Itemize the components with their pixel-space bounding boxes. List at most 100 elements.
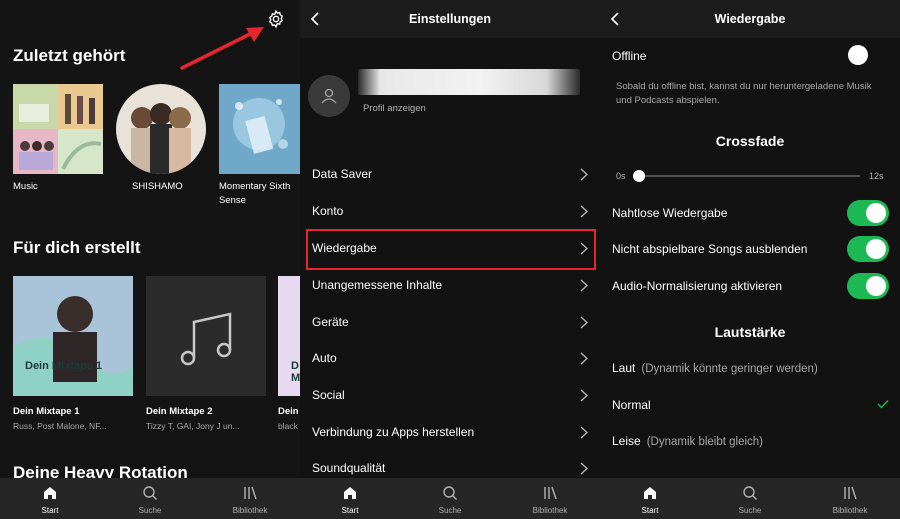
volume-option-normal[interactable]: Normal — [612, 398, 651, 412]
recent-tile-music[interactable] — [13, 84, 103, 174]
settings-header: Einstellungen — [300, 0, 600, 38]
settings-item-inhalte[interactable]: Unangemessene Inhalte — [300, 268, 600, 304]
mixtape-1-cover[interactable]: Dein Mixtape 1 — [13, 276, 133, 396]
music-cover-art — [13, 84, 103, 174]
recent-tile-momentary[interactable] — [219, 84, 300, 174]
recent-label: SHISHAMO — [132, 181, 183, 192]
volume-option-laut[interactable]: Laut (Dynamik könnte geringer werden) — [612, 361, 818, 375]
toggle-knob — [848, 45, 868, 65]
nav-search[interactable]: Suche — [700, 478, 800, 519]
crossfade-slider-track[interactable] — [638, 175, 860, 177]
settings-item-label: Data Saver — [312, 167, 373, 181]
chevron-right-icon — [580, 462, 588, 475]
settings-item-label: Geräte — [312, 315, 349, 329]
recent-label: Momentary Sixth Sense — [219, 181, 291, 206]
home-icon — [344, 487, 356, 499]
playback-screen: Wiedergabe Offline Sobald du offline bis… — [600, 0, 900, 519]
nav-library[interactable]: Bibliothek — [200, 478, 300, 519]
recent-label: Music — [13, 181, 38, 192]
playback-header: Wiedergabe — [600, 0, 900, 38]
toggle-knob — [866, 239, 886, 259]
mixtape-title: Dein Mixtape 2 — [146, 406, 213, 417]
settings-item-social[interactable]: Social — [300, 378, 600, 414]
checkmark-icon — [877, 400, 889, 409]
crossfade-min: 0s — [616, 171, 626, 181]
home-icon — [644, 487, 656, 499]
crossfade-max: 12s — [869, 171, 884, 181]
settings-item-auto[interactable]: Auto — [300, 341, 600, 377]
nav-library[interactable]: Bibliothek — [800, 478, 900, 519]
hide-unplayable-toggle[interactable] — [847, 236, 889, 262]
settings-item-konto[interactable]: Konto — [300, 194, 600, 230]
library-icon — [244, 486, 257, 500]
mixtape-3-cover[interactable]: D M — [278, 276, 300, 396]
home-icon — [44, 487, 56, 499]
volume-option-leise[interactable]: Leise (Dynamik bleibt gleich) — [612, 434, 763, 448]
nav-library[interactable]: Bibliothek — [500, 478, 600, 519]
toggle-label: Nahtlose Wiedergabe — [612, 206, 728, 220]
bottom-nav: Start Suche Bibliothek — [0, 478, 300, 519]
nav-search[interactable]: Suche — [100, 478, 200, 519]
profile-name-redacted — [358, 69, 580, 95]
nav-start[interactable]: Start — [0, 478, 100, 519]
offline-description: Sobald du offline bist, kannst du nur he… — [616, 81, 872, 106]
library-icon — [844, 486, 857, 500]
settings-item-label: Unangemessene Inhalte — [312, 278, 443, 292]
red-arrow-annotation — [180, 27, 264, 70]
nav-label: Bibliothek — [832, 506, 868, 515]
page-title: Wiedergabe — [714, 12, 786, 26]
nav-label: Suche — [738, 506, 762, 515]
library-icon — [544, 486, 557, 500]
nav-start[interactable]: Start — [600, 478, 700, 519]
nav-search[interactable]: Suche — [400, 478, 500, 519]
recent-tile-shishamo[interactable] — [116, 84, 206, 174]
offline-label: Offline — [612, 49, 647, 63]
chevron-right-icon — [580, 316, 588, 329]
chevron-right-icon — [580, 279, 588, 292]
nav-start[interactable]: Start — [300, 478, 400, 519]
home-screen: Zuletzt gehört Music SHISHAMO Momentary … — [0, 0, 300, 519]
toggle-knob — [866, 203, 886, 223]
settings-item-apps[interactable]: Verbindung zu Apps herstellen — [300, 415, 600, 451]
crossfade-slider-thumb[interactable] — [633, 170, 645, 182]
nav-label: Start — [341, 506, 359, 515]
profile-link[interactable]: Profil anzeigen — [363, 103, 426, 114]
chevron-right-icon — [580, 352, 588, 365]
nav-label: Start — [641, 506, 659, 515]
mixtape-2-cover[interactable] — [146, 276, 266, 396]
gear-icon[interactable] — [266, 9, 286, 29]
page-title: Einstellungen — [409, 12, 491, 26]
mixtape-title: Dein Mixtape 1 — [13, 406, 80, 417]
settings-item-data-saver[interactable]: Data Saver — [300, 157, 600, 193]
settings-item-label: Soundqualität — [312, 461, 386, 475]
mixtape-subtitle: Tizzy T, GAI, Jony J un... — [146, 421, 240, 431]
gapless-toggle[interactable] — [847, 200, 889, 226]
normalization-toggle[interactable] — [847, 273, 889, 299]
volume-option-hint: (Dynamik bleibt gleich) — [646, 436, 764, 448]
volume-option-label: Laut — [612, 361, 636, 375]
nav-label: Suche — [138, 506, 162, 515]
settings-item-geraete[interactable]: Geräte — [300, 305, 600, 341]
user-icon — [321, 88, 337, 104]
highlight-box — [306, 229, 596, 270]
volume-option-label: Leise — [612, 434, 641, 448]
toggle-label: Nicht abspielbare Songs ausblenden — [612, 242, 808, 256]
mixtape-cover-text: Dein Mixtape 1 — [25, 360, 103, 372]
made-for-you-title: Für dich erstellt — [13, 238, 141, 257]
profile-row[interactable]: Profil anzeigen — [300, 57, 600, 127]
volume-option-hint: (Dynamik könnte geringer werden) — [641, 363, 818, 375]
nav-label: Suche — [438, 506, 462, 515]
bottom-nav: Start Suche Bibliothek — [300, 478, 600, 519]
settings-item-label: Auto — [312, 351, 337, 365]
toggle-label: Audio-Normalisierung aktivieren — [612, 279, 783, 293]
chevron-right-icon — [580, 426, 588, 439]
offline-toggle[interactable] — [838, 42, 880, 68]
avatar — [308, 75, 350, 117]
music-note-icon — [180, 312, 232, 366]
mixtape-subtitle: black — [278, 421, 298, 431]
search-icon — [143, 486, 157, 500]
nav-label: Start — [41, 506, 59, 515]
toggle-knob — [866, 276, 886, 296]
volume-option-label: Normal — [612, 398, 651, 412]
crossfade-title: Crossfade — [715, 133, 785, 149]
